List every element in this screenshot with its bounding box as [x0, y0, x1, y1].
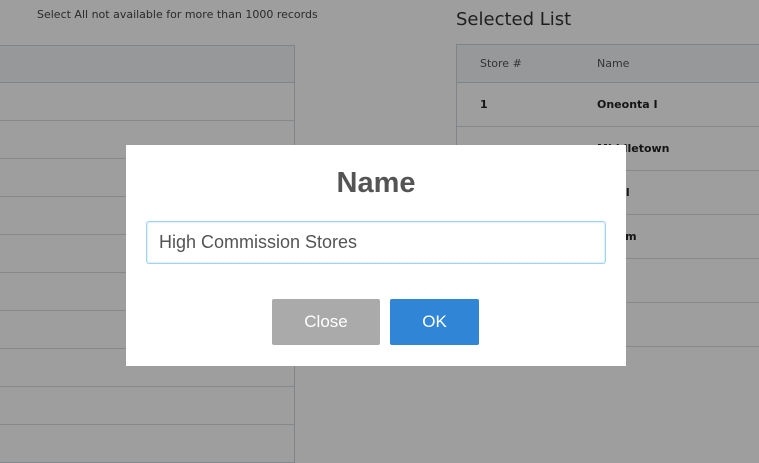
name-dialog: Name Close OK	[126, 145, 626, 366]
close-button[interactable]: Close	[272, 299, 380, 345]
page: Select All not available for more than 1…	[0, 0, 759, 463]
ok-button[interactable]: OK	[390, 299, 479, 345]
list-name-input[interactable]	[146, 221, 606, 264]
dialog-title: Name	[336, 167, 416, 199]
